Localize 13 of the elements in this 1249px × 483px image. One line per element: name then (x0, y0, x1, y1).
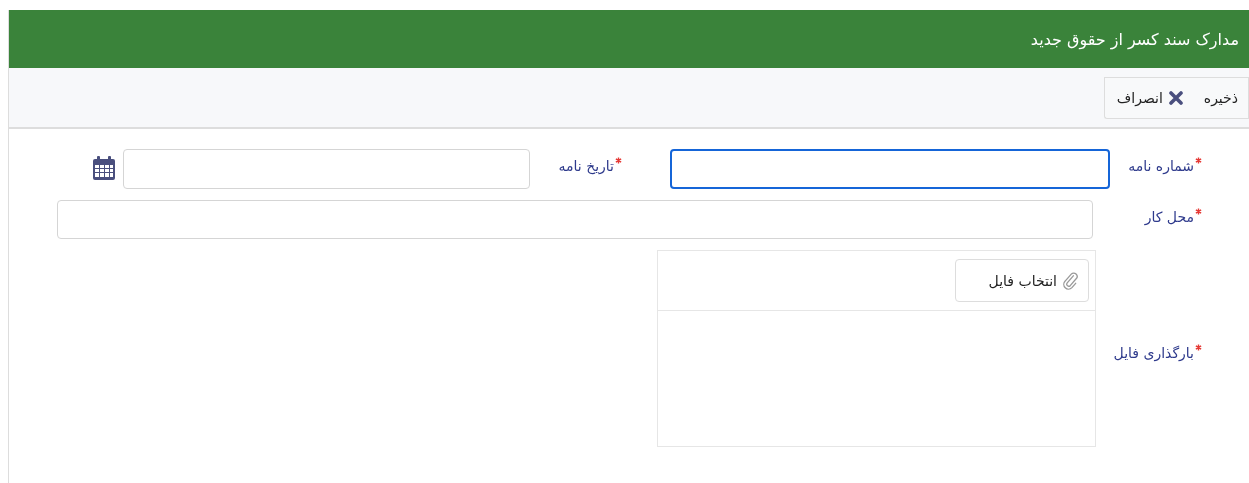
field-label: بارگذاری فایل (1113, 345, 1194, 361)
paperclip-icon (1063, 271, 1078, 290)
input-field[interactable] (670, 149, 1110, 189)
calendar-icon[interactable] (92, 155, 116, 181)
date-field[interactable] (123, 149, 530, 189)
save-button[interactable]: ذخیره (1193, 76, 1249, 119)
close-icon (1168, 90, 1183, 105)
field-label: شماره نامه (1128, 158, 1194, 174)
window-title: مدارک سند کسر از حقوق جدید (1030, 29, 1239, 49)
choose-file-button[interactable]: انتخاب فایل (955, 259, 1089, 302)
field-label: تاریخ نامه (558, 158, 614, 174)
field-label: محل کار (1144, 209, 1194, 225)
cancel-button[interactable]: انصراف (1103, 76, 1195, 119)
